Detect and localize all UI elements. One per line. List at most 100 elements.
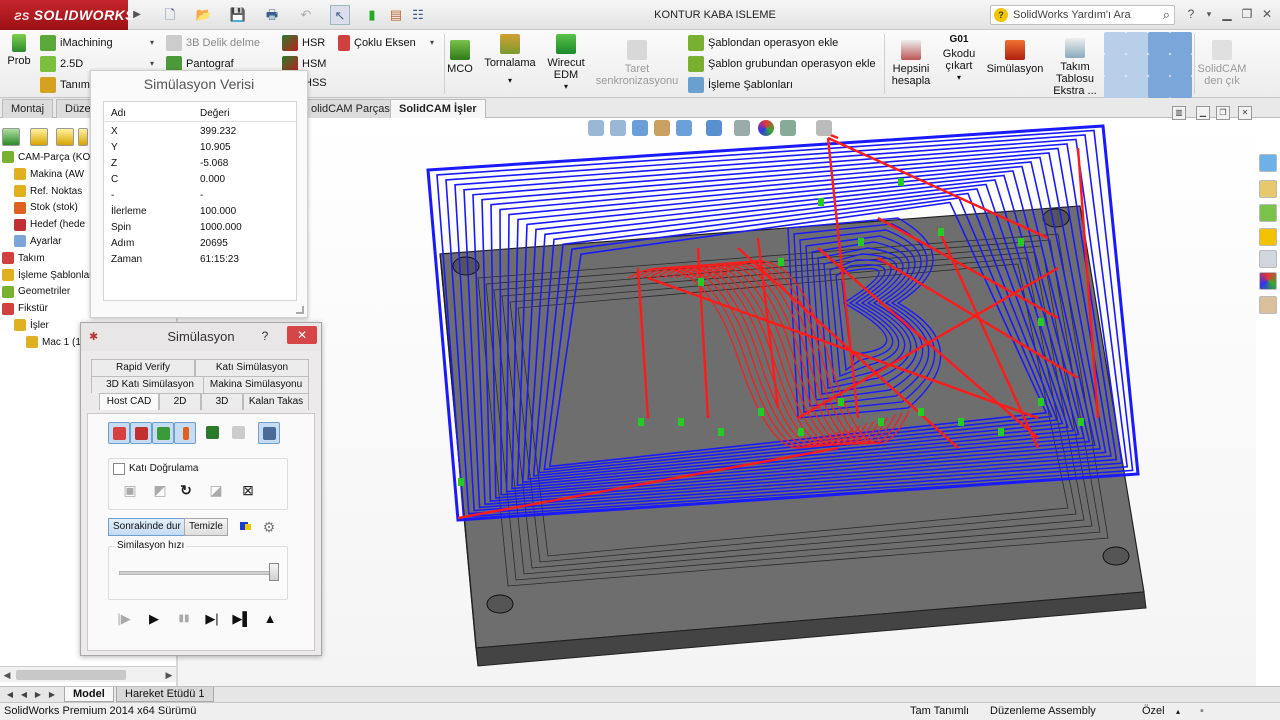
- solidworks-resources-icon[interactable]: [1259, 154, 1277, 172]
- view-icon[interactable]: [1104, 54, 1126, 76]
- status-icon[interactable]: ▪: [1200, 703, 1204, 720]
- view-icon[interactable]: [1148, 76, 1170, 98]
- tree-node[interactable]: Hedef (hede: [14, 217, 85, 233]
- view-settings-icon[interactable]: [816, 120, 832, 136]
- tree-node[interactable]: Makina (AW: [14, 167, 84, 183]
- select-pointer-icon[interactable]: ↖: [330, 5, 350, 25]
- tree-node[interactable]: Mac 1 (1-: [26, 335, 84, 351]
- restore-button[interactable]: ❐: [1238, 5, 1256, 23]
- close-button[interactable]: ✕: [1258, 5, 1276, 23]
- tree-horizontal-scrollbar[interactable]: ◀ ▶: [0, 666, 176, 682]
- scroll-thumb[interactable]: [16, 670, 126, 680]
- mco-button[interactable]: MCO: [446, 40, 474, 75]
- view-icon[interactable]: [1104, 76, 1126, 98]
- prob-button[interactable]: Prob: [4, 34, 34, 67]
- help-icon[interactable]: ?: [1182, 5, 1200, 23]
- viewport-close-button[interactable]: ✕: [1238, 106, 1252, 120]
- refresh-icon[interactable]: ↻: [177, 481, 195, 499]
- show-toolpath-toggle[interactable]: [152, 422, 174, 444]
- section-view-icon[interactable]: [654, 120, 670, 136]
- featuremanager-tab-icon[interactable]: [2, 128, 20, 146]
- speed-slider-track[interactable]: [119, 571, 277, 575]
- viewport-minimize-button[interactable]: ▁: [1196, 106, 1210, 120]
- show-target-toggle[interactable]: [130, 422, 152, 444]
- tab-remaining-material[interactable]: Kalan Takas: [243, 393, 309, 410]
- view-icon[interactable]: [1126, 54, 1148, 76]
- tree-node[interactable]: İşler: [14, 318, 49, 334]
- view-icon[interactable]: [1126, 32, 1148, 54]
- next-step-icon[interactable]: ◪: [207, 481, 225, 499]
- fixture-toggle[interactable]: [228, 422, 250, 444]
- menu-expand-icon[interactable]: ▶: [130, 6, 144, 24]
- tab-solidcam-part[interactable]: olidCAM Parçası: [302, 99, 402, 118]
- view-palette-icon[interactable]: [1259, 250, 1277, 268]
- tab-solidcam-operations[interactable]: SolidCAM İşler: [390, 99, 486, 118]
- tree-node[interactable]: Stok (stok): [14, 200, 78, 216]
- dialog-help-button[interactable]: ?: [256, 327, 274, 345]
- design-library-icon[interactable]: [1259, 180, 1277, 198]
- view-orientation-icon[interactable]: [676, 120, 692, 136]
- settings-link-icon[interactable]: ⚙: [260, 518, 278, 536]
- add-op-from-template-button[interactable]: Şablondan operasyon ekle: [688, 35, 838, 51]
- tanim-button[interactable]: Tanım: [40, 77, 90, 93]
- help-dropdown-icon[interactable]: ▾: [1200, 5, 1218, 23]
- tab-host-cad[interactable]: Host CAD: [99, 393, 159, 410]
- search-icon[interactable]: ⌕: [1163, 6, 1170, 24]
- prev-tab-icon[interactable]: ◀: [18, 688, 30, 701]
- layers-icon[interactable]: [236, 518, 254, 536]
- resize-grip[interactable]: [296, 306, 304, 314]
- print-icon[interactable]: 🖶: [262, 5, 282, 25]
- previous-view-icon[interactable]: [632, 120, 648, 136]
- previous-step-icon[interactable]: ◩: [151, 481, 169, 499]
- appearances-icon[interactable]: [1259, 272, 1277, 290]
- status-units[interactable]: Özel: [1142, 703, 1165, 720]
- exit-solidcam-button[interactable]: SolidCAM den çık: [1196, 40, 1248, 87]
- hsr-button[interactable]: HSR: [282, 35, 325, 51]
- scroll-left-icon[interactable]: ◀: [0, 667, 14, 683]
- turning-dropdown-icon[interactable]: ▾: [482, 75, 538, 87]
- graphics-area[interactable]: [178, 118, 1256, 686]
- tree-node[interactable]: İşleme Şablonları: [2, 268, 95, 284]
- view-icon[interactable]: [1170, 32, 1192, 54]
- run-to-end-button[interactable]: ▶▌: [232, 610, 252, 628]
- copy-icon[interactable]: ▣: [121, 481, 139, 499]
- view-icon[interactable]: [1148, 32, 1170, 54]
- imachining-button[interactable]: iMachining: [40, 35, 113, 51]
- wirecut-edm-button[interactable]: Wirecut EDM ▾: [544, 34, 588, 93]
- display-style-icon[interactable]: [706, 120, 722, 136]
- show-stock-toggle[interactable]: [108, 422, 130, 444]
- 2-5d-button[interactable]: 2.5D: [40, 56, 83, 72]
- file-explorer-icon[interactable]: [1259, 204, 1277, 222]
- tree-node[interactable]: Fikstür: [2, 301, 48, 317]
- 2-5d-dropdown-icon[interactable]: ▾: [150, 59, 154, 68]
- view-icon[interactable]: [1126, 76, 1148, 98]
- multi-axis-dropdown-icon[interactable]: ▾: [430, 38, 434, 47]
- folder-icon[interactable]: [1259, 228, 1277, 246]
- tab-rapid-verify[interactable]: Rapid Verify: [91, 359, 195, 376]
- tab-2d[interactable]: 2D: [159, 393, 201, 410]
- wirecut-dropdown-icon[interactable]: ▾: [544, 81, 588, 93]
- undo-icon[interactable]: ↶: [296, 5, 316, 25]
- play-button[interactable]: ▶: [144, 610, 164, 628]
- add-op-from-template-group-button[interactable]: Şablon grubundan operasyon ekle: [688, 56, 876, 72]
- solidworks-logo[interactable]: ƧS SOLIDWORKS: [0, 0, 135, 30]
- first-tab-icon[interactable]: ◀: [4, 688, 16, 701]
- tab-motion-study[interactable]: Hareket Etüdü 1: [116, 687, 214, 702]
- view-icon[interactable]: [1170, 54, 1192, 76]
- zoom-to-fit-icon[interactable]: [588, 120, 604, 136]
- save-icon[interactable]: 💾: [228, 5, 248, 25]
- custom-properties-icon[interactable]: [1259, 296, 1277, 314]
- zoom-to-area-icon[interactable]: [610, 120, 626, 136]
- next-tab-icon[interactable]: ▶: [32, 688, 44, 701]
- minimize-button[interactable]: ▁: [1218, 5, 1236, 23]
- exit-simulation-button[interactable]: ▲: [260, 610, 280, 628]
- view-icon[interactable]: [1148, 54, 1170, 76]
- simulation-dialog-title[interactable]: Simülasyon: [81, 323, 321, 351]
- rebuild-icon[interactable]: ▮: [362, 5, 382, 25]
- multi-axis-button[interactable]: Çoklu Eksen: [338, 35, 416, 51]
- tab-model[interactable]: Model: [64, 687, 114, 702]
- appearance-icon[interactable]: [758, 120, 774, 136]
- simulation-data-toggle[interactable]: [258, 422, 280, 444]
- tab-3d[interactable]: 3D: [201, 393, 243, 410]
- help-search-input[interactable]: ? SolidWorks Yardım'ı Ara ⌕: [990, 5, 1175, 25]
